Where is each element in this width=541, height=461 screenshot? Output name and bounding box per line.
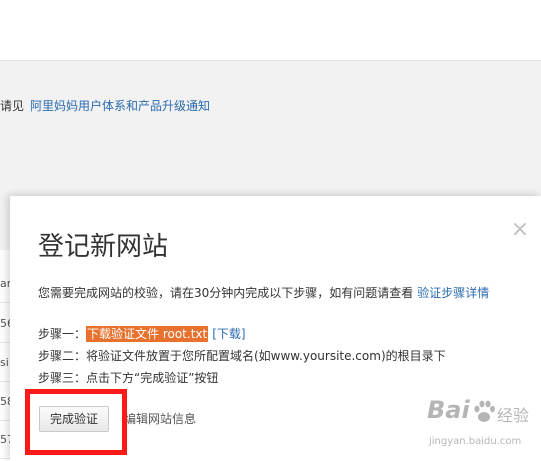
edit-site-info-link[interactable]: 编辑网站信息: [124, 410, 196, 427]
verify-steps-detail-link[interactable]: 验证步骤详情: [417, 286, 489, 300]
notice-prefix: 请见: [0, 99, 25, 113]
dialog-description: 您需要完成网站的校验，请在30分钟内完成以下步骤，如有问题请查看 验证步骤详情: [38, 284, 489, 301]
notice-bar: 请见 阿里妈妈用户体系和产品升级通知: [0, 97, 210, 114]
download-link[interactable]: [下载]: [212, 327, 245, 341]
step-three: 步骤三：点击下方“完成验证”按钮: [38, 371, 219, 385]
step-one-file-text: 下载验证文件 root.txt: [86, 326, 209, 342]
description-text: 您需要完成网站的校验，请在30分钟内完成以下步骤，如有问题请查看: [38, 286, 414, 300]
step-two: 步骤二：将验证文件放置于您所配置域名(如www.yoursite.com)的根目…: [38, 349, 446, 363]
notice-link[interactable]: 阿里妈妈用户体系和产品升级通知: [30, 99, 210, 113]
top-header: [0, 0, 541, 61]
step-one: 步骤一：下载验证文件 root.txt [下载]: [38, 323, 446, 345]
annotation-highlight-box: [25, 389, 127, 455]
close-icon[interactable]: ×: [510, 219, 530, 241]
dialog-title: 登记新网站: [38, 232, 169, 262]
step-one-label: 步骤一：: [38, 327, 87, 341]
verification-steps: 步骤一：下载验证文件 root.txt [下载] 步骤二：将验证文件放置于您所配置…: [38, 323, 446, 389]
